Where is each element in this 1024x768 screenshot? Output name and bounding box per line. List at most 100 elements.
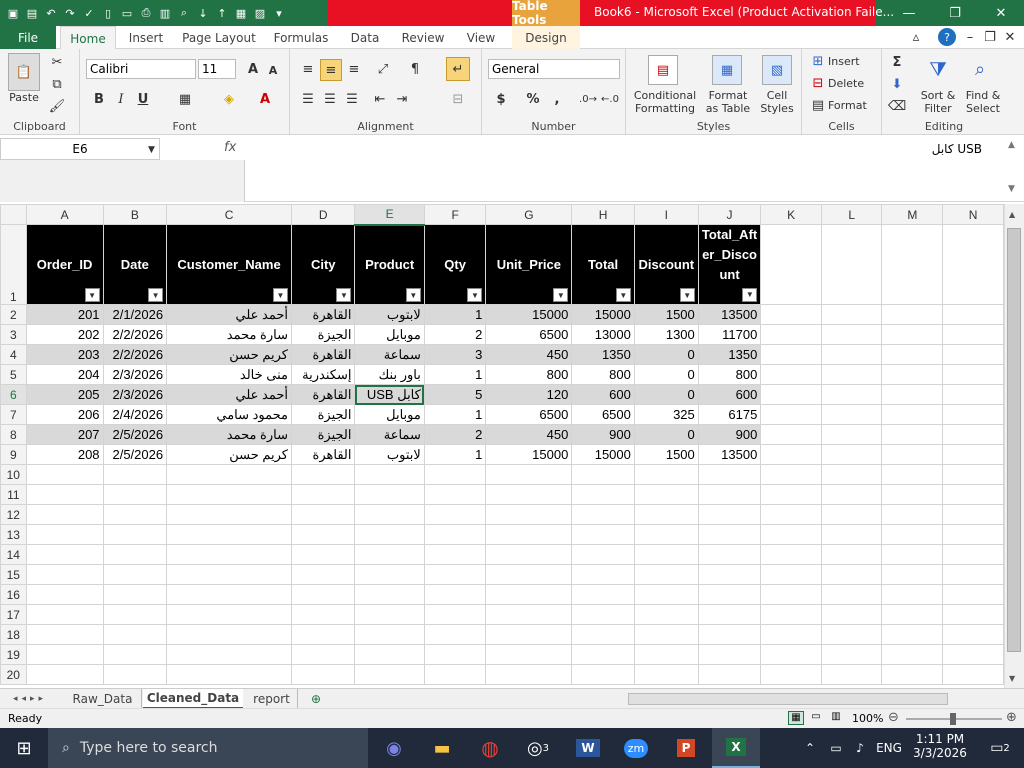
empty-cell[interactable] bbox=[25, 564, 104, 585]
empty-cell[interactable] bbox=[942, 604, 1004, 625]
empty-cell[interactable] bbox=[633, 524, 699, 545]
row-header[interactable]: 15 bbox=[0, 564, 27, 585]
format-as-table-button[interactable]: Format as Table bbox=[702, 89, 754, 115]
number-format-select[interactable]: General bbox=[488, 59, 620, 79]
row-header[interactable]: 16 bbox=[0, 584, 27, 605]
row-header[interactable]: 14 bbox=[0, 544, 27, 565]
table-cell[interactable]: كابل USB bbox=[354, 384, 425, 405]
empty-cell[interactable] bbox=[942, 384, 1004, 405]
empty-cell[interactable] bbox=[354, 504, 425, 525]
chart-icon[interactable]: ▦ bbox=[232, 3, 250, 23]
tab-data[interactable]: Data bbox=[344, 26, 386, 49]
empty-cell[interactable] bbox=[820, 624, 883, 645]
notification-icon[interactable]: ▭ 2 bbox=[980, 728, 1020, 768]
table-header-cell[interactable]: Product ▼ bbox=[354, 224, 425, 305]
language-indicator[interactable]: ENG bbox=[874, 728, 904, 768]
tab-view[interactable]: View bbox=[460, 26, 502, 49]
table-cell[interactable]: القاهرة bbox=[290, 304, 356, 325]
empty-cell[interactable] bbox=[820, 524, 883, 545]
empty-cell[interactable] bbox=[697, 504, 762, 525]
empty-cell[interactable] bbox=[881, 544, 944, 565]
table-cell[interactable]: 13500 bbox=[697, 304, 762, 325]
minimize-button[interactable]: — bbox=[886, 0, 932, 26]
column-header[interactable]: G bbox=[485, 204, 573, 225]
table-cell[interactable]: 1 bbox=[423, 404, 487, 425]
open-icon[interactable]: ▭ bbox=[118, 3, 136, 23]
delete-button[interactable]: Delete bbox=[828, 77, 876, 90]
table-cell[interactable]: 1350 bbox=[571, 344, 635, 365]
empty-cell[interactable] bbox=[820, 564, 883, 585]
empty-cell[interactable] bbox=[881, 524, 944, 545]
empty-cell[interactable] bbox=[820, 384, 883, 405]
formula-input[interactable]: كابل USB bbox=[246, 142, 986, 156]
teams-icon[interactable]: ◉ bbox=[372, 728, 416, 768]
empty-cell[interactable] bbox=[354, 664, 425, 685]
format-as-table-icon[interactable]: ▦ bbox=[712, 55, 742, 85]
table-cell[interactable]: 0 bbox=[633, 384, 699, 405]
empty-cell[interactable] bbox=[881, 324, 944, 345]
table-cell[interactable]: إسكندرية bbox=[290, 364, 356, 385]
sort-desc-icon[interactable]: ↑ bbox=[213, 3, 231, 23]
table-cell[interactable]: لابتوب bbox=[354, 304, 425, 325]
column-header[interactable]: C bbox=[166, 204, 292, 225]
close-button[interactable]: ✕ bbox=[978, 0, 1024, 26]
file-explorer-icon[interactable]: ▬ bbox=[420, 728, 464, 768]
excel-taskbar-icon[interactable]: X bbox=[712, 728, 760, 768]
table-cell[interactable]: موبايل bbox=[354, 404, 425, 425]
align-center-icon[interactable]: ☰ bbox=[320, 89, 340, 109]
empty-cell[interactable] bbox=[166, 644, 292, 665]
empty-cell[interactable] bbox=[166, 604, 292, 625]
empty-cell[interactable] bbox=[881, 404, 944, 425]
sheet-tab-report[interactable]: report bbox=[246, 689, 298, 709]
scroll-down-icon[interactable]: ▼ bbox=[1009, 674, 1015, 683]
empty-cell[interactable] bbox=[485, 504, 573, 525]
empty-cell[interactable] bbox=[354, 584, 425, 605]
empty-cell[interactable] bbox=[820, 644, 883, 665]
table-cell[interactable]: 1 bbox=[423, 304, 487, 325]
orientation-icon[interactable]: ⤢ bbox=[372, 59, 394, 79]
shrink-font-icon[interactable]: A bbox=[264, 61, 282, 79]
restore-button[interactable]: ❐ bbox=[932, 0, 978, 26]
empty-cell[interactable] bbox=[423, 524, 487, 545]
wrap-text-icon[interactable]: ↵ bbox=[446, 57, 470, 81]
new-sheet-icon[interactable]: ⊕ bbox=[304, 689, 328, 709]
spelling-icon[interactable]: ✓ bbox=[80, 3, 98, 23]
row-header[interactable]: 7 bbox=[0, 404, 27, 425]
row-header[interactable]: 1 bbox=[0, 224, 27, 305]
empty-cell[interactable] bbox=[942, 424, 1004, 445]
empty-cell[interactable] bbox=[25, 504, 104, 525]
empty-cell[interactable] bbox=[881, 584, 944, 605]
empty-cell[interactable] bbox=[102, 504, 168, 525]
empty-cell[interactable] bbox=[423, 584, 487, 605]
empty-cell[interactable] bbox=[571, 644, 635, 665]
table-cell[interactable]: سماعة bbox=[354, 344, 425, 365]
filter-dropdown-icon[interactable]: ▼ bbox=[273, 288, 288, 302]
table-header-cell[interactable]: Customer_Name ▼ bbox=[166, 224, 292, 305]
fill-color-icon[interactable]: ◈ bbox=[220, 89, 238, 109]
empty-cell[interactable] bbox=[571, 624, 635, 645]
grow-font-icon[interactable]: A bbox=[244, 59, 262, 79]
empty-cell[interactable] bbox=[760, 304, 822, 325]
table-cell[interactable]: 2/4/2026 bbox=[102, 404, 168, 425]
empty-cell[interactable] bbox=[423, 464, 487, 485]
empty-cell[interactable] bbox=[354, 624, 425, 645]
table-cell[interactable]: محمود سامي bbox=[166, 404, 292, 425]
zoom-level[interactable]: 100% bbox=[852, 712, 883, 725]
window-close-icon[interactable]: ✕ bbox=[1002, 29, 1018, 45]
empty-cell[interactable] bbox=[290, 464, 356, 485]
table-cell[interactable]: 207 bbox=[25, 424, 104, 445]
table-cell[interactable]: 205 bbox=[25, 384, 104, 405]
empty-cell[interactable] bbox=[571, 604, 635, 625]
empty-cell[interactable] bbox=[881, 344, 944, 365]
zoom-out-icon[interactable]: ⊖ bbox=[888, 710, 899, 725]
table-cell[interactable]: الجيزة bbox=[290, 404, 356, 425]
name-box[interactable]: E6 bbox=[0, 138, 160, 160]
powerpoint-icon[interactable]: P bbox=[664, 728, 708, 768]
table-cell[interactable]: 11700 bbox=[697, 324, 762, 345]
format-cells-icon[interactable]: ▤ bbox=[810, 97, 826, 113]
empty-cell[interactable] bbox=[290, 524, 356, 545]
empty-cell[interactable] bbox=[820, 604, 883, 625]
row-header[interactable]: 8 bbox=[0, 424, 27, 445]
decrease-decimal-icon[interactable]: ←.0 bbox=[600, 89, 620, 109]
row-header[interactable]: 10 bbox=[0, 464, 27, 485]
